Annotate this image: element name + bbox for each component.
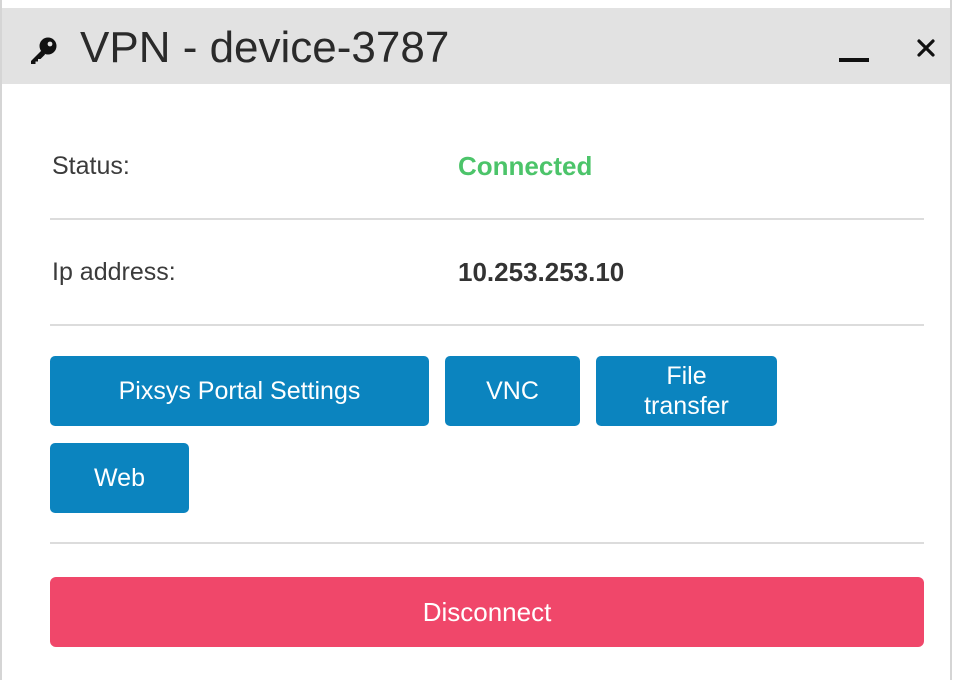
ip-value: 10.253.253.10 xyxy=(458,257,625,287)
close-icon xyxy=(917,39,935,57)
ip-row: Ip address: 10.253.253.10 xyxy=(50,220,924,324)
file-transfer-button[interactable]: File transfer xyxy=(596,356,777,426)
status-value: Connected xyxy=(458,151,593,181)
key-icon xyxy=(31,37,57,64)
minimize-button[interactable] xyxy=(834,28,874,68)
disconnect-button[interactable]: Disconnect xyxy=(50,577,924,647)
divider xyxy=(50,542,924,544)
vnc-button[interactable]: VNC xyxy=(445,356,580,426)
status-label: Status: xyxy=(52,152,130,180)
titlebar[interactable]: VPN - device-3787 xyxy=(2,8,950,84)
web-button[interactable]: Web xyxy=(50,443,189,513)
pixsys-portal-settings-button[interactable]: Pixsys Portal Settings xyxy=(50,356,429,426)
status-row: Status: Connected xyxy=(50,114,924,218)
minimize-icon xyxy=(839,58,869,62)
divider xyxy=(50,324,924,326)
vpn-window: VPN - device-3787 Status: Connected Ip a… xyxy=(0,0,952,680)
close-button[interactable] xyxy=(906,28,946,68)
window-title: VPN - device-3787 xyxy=(80,23,450,72)
ip-label: Ip address: xyxy=(52,258,176,286)
